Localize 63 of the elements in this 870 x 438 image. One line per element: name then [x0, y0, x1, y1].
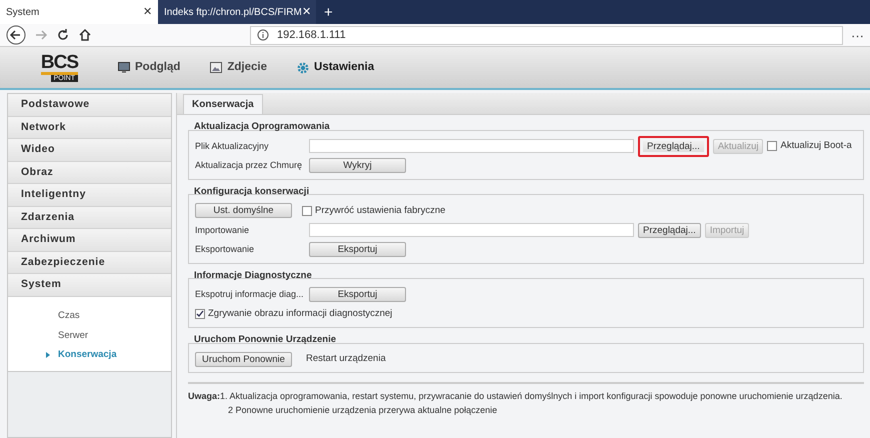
nav-link[interactable]: Zdjecie	[227, 58, 268, 76]
field-label: Importowanie	[195, 224, 250, 237]
section-title: Informacje Diagnostyczne	[193, 270, 313, 280]
close-button[interactable]: ✕	[143, 4, 152, 20]
button[interactable]: Ust. domyślne	[195, 203, 292, 218]
section-title: Aktualizacja Oprogramowania	[193, 122, 331, 132]
sidebar-item[interactable]: Inteligentny	[8, 184, 171, 206]
checkbox-option[interactable]: Zgrywanie obrazu informacji diagnostycznej	[195, 307, 392, 322]
field-label: Plik Aktualizacyjny	[195, 140, 270, 153]
menu-button[interactable]: ···	[851, 28, 864, 42]
browser-tab[interactable]: System ✕	[0, 0, 158, 24]
address-bar[interactable]: 192.168.1.111	[250, 26, 843, 44]
file-path-field[interactable]	[309, 223, 634, 238]
picture-icon	[210, 62, 222, 73]
info-icon	[257, 29, 269, 41]
section-title: Konfiguracja konserwacji	[193, 186, 310, 196]
field-label: Aktualizacja przez Chmurę	[195, 159, 304, 172]
submenu-item[interactable]: Konserwacja	[8, 346, 171, 365]
settings-icon	[297, 62, 310, 74]
button[interactable]: Uruchom Ponownie	[195, 352, 292, 367]
button[interactable]: Przeglądaj...	[638, 222, 701, 238]
browser-tab[interactable]: Indeks ftp://chron.pl/BCS/FIRM✕	[158, 0, 316, 24]
new-tab-button[interactable]: +	[324, 2, 333, 24]
home-icon[interactable]	[78, 28, 92, 42]
sidebar-item[interactable]: Zabezpieczenie	[8, 252, 171, 274]
file-path-field[interactable]	[309, 139, 634, 154]
note-text: 2 Ponowne uruchomienie urządzenia przerywa aktualne połączenie	[227, 404, 498, 417]
button[interactable]: Eksportuj	[309, 287, 406, 302]
reload-icon[interactable]	[56, 28, 70, 42]
close-button[interactable]: ✕	[302, 4, 311, 20]
back-icon[interactable]	[6, 25, 26, 45]
arrow-icon	[46, 352, 50, 358]
checkbox-option[interactable]: Aktualizuj Boot-a	[767, 139, 852, 154]
note-label: Uwaga:	[188, 390, 220, 403]
button[interactable]: Eksportuj	[309, 242, 406, 258]
tab-title: Indeks ftp://chron.pl/BCS/FIRM	[164, 6, 302, 20]
sidebar-item[interactable]: Archiwum	[8, 229, 171, 252]
submenu-item[interactable]: Serwer	[8, 326, 171, 346]
sidebar-item[interactable]: Network	[8, 116, 171, 139]
field-label: Ekspotruj informacje diag...	[195, 288, 305, 301]
forward-icon[interactable]	[34, 28, 48, 42]
tab[interactable]: Konserwacja	[183, 94, 263, 114]
sidebar-item[interactable]: System	[8, 274, 171, 296]
tab-title: System	[6, 6, 40, 20]
sidebar-item[interactable]: Podstawowe	[8, 94, 171, 116]
checkbox[interactable]	[767, 141, 778, 152]
url-text: 192.168.1.111	[277, 28, 346, 43]
checkbox-option[interactable]: Przywróć ustawienia fabryczne	[302, 204, 446, 218]
submenu-item[interactable]: Czas	[8, 306, 171, 326]
field-label: Eksportowanie	[195, 243, 256, 256]
checkbox[interactable]	[195, 309, 205, 320]
nav-link[interactable]: Ustawienia	[314, 58, 374, 76]
status-text: Restart urządzenia	[306, 352, 386, 366]
monitor-icon	[118, 62, 130, 73]
sidebar-item[interactable]: Wideo	[8, 139, 171, 162]
sidebar-item[interactable]: Obraz	[8, 162, 171, 184]
nav-link[interactable]: Podgląd	[135, 58, 180, 76]
section-title: Uruchom Ponownie Urządzenie	[193, 335, 337, 344]
note-text: 1. Aktualizacja oprogramowania, restart systemu, przywracanie do ustawień domyślnych i import konfiguracji spowoduje ponowne uruchomienie urządzenia.	[220, 390, 842, 403]
checkbox[interactable]	[302, 206, 312, 216]
button[interactable]: Przeglądaj...	[638, 136, 709, 157]
button[interactable]: Wykryj	[309, 158, 406, 174]
sidebar-item[interactable]: Zdarzenia	[8, 206, 171, 229]
